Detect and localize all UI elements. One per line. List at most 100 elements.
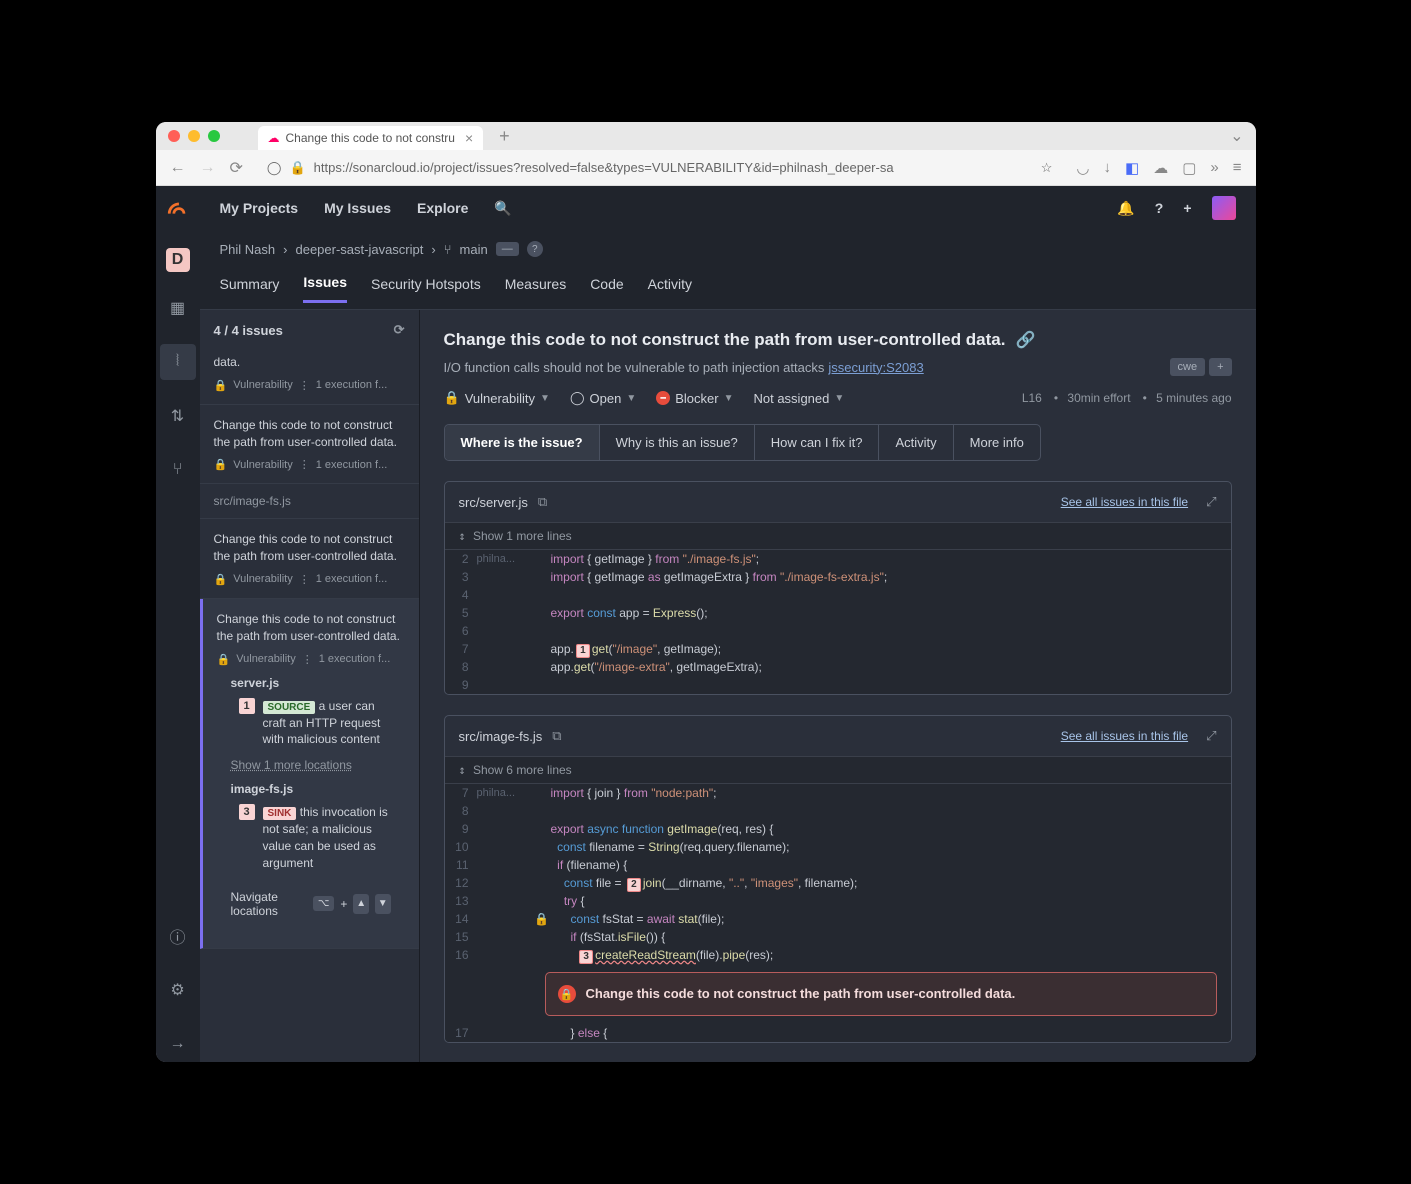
downloads-icon[interactable]: ↓	[1104, 159, 1112, 176]
breadcrumb-owner[interactable]: Phil Nash	[220, 242, 276, 257]
minimize-window-button[interactable]	[188, 130, 200, 142]
plus-icon[interactable]: +	[1183, 200, 1191, 216]
lock-icon: 🔒	[444, 390, 460, 406]
expand-icon[interactable]: ⤢	[1206, 728, 1216, 744]
new-tab-button[interactable]: +	[499, 126, 510, 147]
issue-item[interactable]: Change this code to not construct the pa…	[200, 519, 419, 599]
help-icon[interactable]: ?	[1155, 200, 1164, 216]
overflow-icon[interactable]: »	[1210, 159, 1218, 176]
branch-help-icon[interactable]: ?	[527, 241, 543, 257]
tab-overflow-button[interactable]: ⌄	[1230, 126, 1243, 146]
tab-detail-activity[interactable]: Activity	[879, 425, 953, 460]
tab-how[interactable]: How can I fix it?	[755, 425, 880, 460]
detail-tabs: Where is the issue? Why is this an issue…	[444, 424, 1041, 461]
see-all-issues-link[interactable]: See all issues in this file	[1061, 495, 1188, 509]
extension2-icon[interactable]: ☁	[1153, 159, 1168, 177]
pull-request-icon[interactable]: ⇅	[160, 398, 196, 434]
step-badge-2[interactable]: 2	[627, 878, 641, 892]
extension3-icon[interactable]: ▢	[1182, 159, 1196, 177]
branch-icon-small: ⑂	[444, 242, 452, 257]
grid-icon[interactable]: ▦	[160, 290, 196, 326]
tab-where[interactable]: Where is the issue?	[445, 425, 600, 460]
type-dropdown[interactable]: 🔒Vulnerability▼	[444, 390, 550, 406]
issue-count: 4 / 4 issues	[214, 323, 283, 338]
file-path: src/server.js	[459, 495, 528, 510]
pocket-icon[interactable]: ◡	[1076, 159, 1089, 177]
show-more-lines[interactable]: ↕ Show 6 more lines	[445, 756, 1231, 783]
tab-issues[interactable]: Issues	[303, 274, 347, 303]
show-more-lines[interactable]: ↕ Show 1 more lines	[445, 522, 1231, 549]
status-dropdown[interactable]: ◯Open▼	[570, 390, 636, 406]
tag-more[interactable]: +	[1209, 358, 1231, 376]
expand-icon[interactable]: ⤢	[1206, 494, 1216, 510]
tag-cwe[interactable]: cwe	[1170, 358, 1206, 376]
assignee-dropdown[interactable]: Not assigned▼	[753, 391, 844, 406]
lock-icon: 🔒	[214, 573, 228, 586]
extension-icon[interactable]: ◧	[1125, 159, 1139, 177]
info-icon[interactable]: ⓘ	[160, 918, 196, 954]
breadcrumb-branch[interactable]: main	[460, 242, 488, 257]
sink-tag: SINK	[263, 807, 297, 820]
branch-icon[interactable]: ⑂	[160, 452, 196, 488]
location-file: image-fs.js	[231, 782, 391, 796]
nav-my-projects[interactable]: My Projects	[220, 200, 299, 216]
traffic-lights	[168, 130, 220, 142]
tab-code[interactable]: Code	[590, 276, 623, 302]
kbd-alt: ⌥	[313, 896, 335, 911]
next-location-button[interactable]: ▼	[375, 894, 391, 914]
rule-link[interactable]: jssecurity:S2083	[828, 360, 923, 375]
copy-path-icon[interactable]: ⧉	[538, 494, 547, 510]
close-window-button[interactable]	[168, 130, 180, 142]
maximize-window-button[interactable]	[208, 130, 220, 142]
collapse-icon[interactable]: →	[160, 1026, 196, 1062]
show-more-locations[interactable]: Show 1 more locations	[231, 758, 391, 772]
project-tabs: Summary Issues Security Hotspots Measure…	[200, 268, 1256, 310]
bell-icon[interactable]: 🔔	[1117, 200, 1134, 217]
menu-icon[interactable]: ≡	[1233, 159, 1242, 176]
bookmark-star-icon[interactable]: ☆	[1041, 160, 1053, 176]
issue-icon[interactable]: ⦚	[160, 344, 196, 380]
forward-button[interactable]: →	[200, 159, 216, 177]
close-tab-button[interactable]: ×	[465, 130, 473, 146]
reload-button[interactable]: ⟳	[230, 158, 243, 178]
nav-my-issues[interactable]: My Issues	[324, 200, 391, 216]
issue-detail: Change this code to not construct the pa…	[420, 310, 1256, 1062]
issue-item[interactable]: Change this code to not construct the pa…	[200, 405, 419, 485]
tab-summary[interactable]: Summary	[220, 276, 280, 302]
prev-location-button[interactable]: ▲	[353, 894, 369, 914]
tab-more-info[interactable]: More info	[954, 425, 1040, 460]
see-all-issues-link[interactable]: See all issues in this file	[1061, 729, 1188, 743]
location-item[interactable]: 1 SOURCE a user can craft an HTTP reques…	[231, 698, 391, 749]
open-icon: ◯	[570, 390, 585, 406]
blocker-icon: ━	[656, 391, 670, 405]
tab-hotspots[interactable]: Security Hotspots	[371, 276, 481, 302]
tab-why[interactable]: Why is this an issue?	[600, 425, 755, 460]
address-bar[interactable]: ◯ 🔒 https://sonarcloud.io/project/issues…	[257, 160, 1063, 176]
issue-item-selected[interactable]: Change this code to not construct the pa…	[200, 599, 419, 949]
org-badge[interactable]: D	[166, 248, 190, 272]
breadcrumb-project[interactable]: deeper-sast-javascript	[295, 242, 423, 257]
browser-tab[interactable]: ☁ Change this code to not constru ×	[258, 126, 484, 150]
severity-dropdown[interactable]: ━Blocker▼	[656, 391, 733, 406]
file-group-label: src/image-fs.js	[200, 484, 419, 519]
location-item[interactable]: 3 SINK this invocation is not safe; a ma…	[231, 804, 391, 871]
breadcrumb: Phil Nash › deeper-sast-javascript › ⑂ m…	[200, 230, 1256, 268]
permalink-icon[interactable]: 🔗	[1015, 330, 1035, 350]
browser-toolbar: ← → ⟳ ◯ 🔒 https://sonarcloud.io/project/…	[156, 150, 1256, 186]
lock-icon: 🔒	[289, 160, 305, 176]
user-avatar[interactable]	[1212, 196, 1236, 220]
tab-activity[interactable]: Activity	[648, 276, 692, 302]
step-badge-1[interactable]: 1	[576, 644, 590, 658]
settings-icon[interactable]: ⚙	[160, 972, 196, 1008]
refresh-icon[interactable]: ⟳	[394, 322, 405, 338]
gutter-lock-icon: 🔒	[533, 910, 551, 928]
sonar-logo[interactable]	[166, 198, 190, 222]
step-badge-3[interactable]: 3	[579, 950, 593, 964]
issue-item[interactable]: data. 🔒Vulnerability⋮1 execution f...	[200, 350, 419, 405]
location-file: server.js	[231, 676, 391, 690]
back-button[interactable]: ←	[170, 159, 186, 177]
search-icon[interactable]: 🔍	[494, 200, 511, 217]
tab-measures[interactable]: Measures	[505, 276, 566, 302]
copy-path-icon[interactable]: ⧉	[552, 728, 561, 744]
nav-explore[interactable]: Explore	[417, 200, 468, 216]
